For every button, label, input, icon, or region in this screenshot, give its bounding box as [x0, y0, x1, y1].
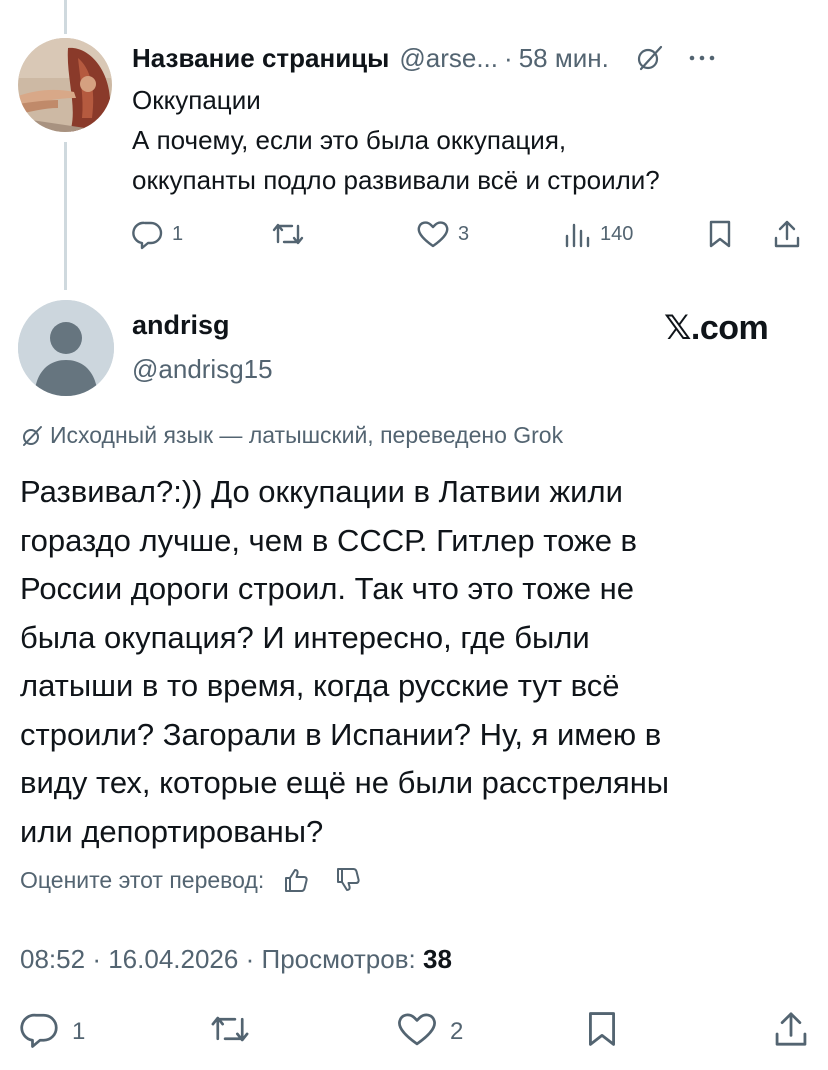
translation-note: Исходный язык — латышский, переведено Gr… [20, 422, 563, 449]
tweet-text: Развивал?:)) До оккупации в Латвии жили … [20, 468, 810, 856]
user-display-name[interactable]: andrisg [132, 310, 230, 341]
parent-retweet-button[interactable] [270, 214, 306, 254]
bookmark-icon [584, 1008, 620, 1057]
thumbs-down-icon[interactable] [334, 866, 362, 894]
tweet-text-line: Развивал?:)) До оккупации в Латвии жили [20, 474, 623, 509]
rate-translation: Оцените этот перевод: [20, 866, 362, 894]
views-icon [562, 219, 592, 249]
thumbs-up-icon[interactable] [282, 866, 310, 894]
tweet-text-line: виду тех, которые ещё не были расстрелян… [20, 765, 670, 800]
user-handle[interactable]: @andrisg15 [132, 354, 273, 385]
parent-views-count: 140 [600, 222, 634, 245]
parent-reply-button[interactable]: 1 [132, 214, 183, 254]
like-count: 2 [450, 1018, 464, 1045]
user-avatar[interactable] [18, 300, 114, 396]
tweet-text-line: латыши в то время, когда русские тут всё [20, 668, 620, 703]
meta-separator: · [92, 944, 101, 974]
views-count[interactable]: 38 [423, 944, 452, 974]
parent-bookmark-button[interactable] [706, 214, 734, 254]
parent-separator: · [504, 42, 513, 73]
bookmark-button[interactable] [584, 1006, 620, 1058]
like-icon [396, 1009, 438, 1056]
parent-text-line: Оккупации [132, 85, 261, 115]
parent-action-bar: 1 3 140 [132, 214, 808, 254]
tweet-time[interactable]: 08:52 [20, 944, 85, 974]
parent-views-button[interactable]: 140 [562, 214, 633, 254]
parent-text-line: оккупанты подло развивали всё и строили? [132, 165, 660, 195]
like-button[interactable]: 2 [396, 1006, 463, 1058]
grok-translate-icon [20, 424, 44, 448]
parent-tweet-text: Оккупации А почему, если это была оккупа… [132, 80, 812, 200]
tweet-action-bar: 1 2 [20, 1006, 812, 1058]
tweet-text-line: России дороги строил. Так что это тоже н… [20, 571, 635, 606]
parent-share-button[interactable] [772, 214, 802, 254]
retweet-icon [208, 1009, 252, 1056]
thread-line-top [64, 0, 67, 34]
rate-translation-label: Оцените этот перевод: [20, 866, 265, 893]
more-icon[interactable] [689, 54, 715, 62]
parent-time[interactable]: 58 мин. [519, 43, 609, 74]
tweet-text-line: или депортированы? [20, 813, 324, 849]
translation-note-text: Исходный язык — латышский, переведено Gr… [50, 422, 564, 448]
bookmark-icon [706, 218, 734, 250]
tweet-text-line: гораздо лучше, чем в СССР. Гитлер тоже в [20, 522, 638, 558]
reply-icon [20, 1009, 60, 1056]
share-button[interactable] [772, 1006, 810, 1058]
tweet-text-line: была окупация? И интересно, где были [20, 619, 590, 655]
parent-tweet-header: Название страницы @arse... · 58 мин. [132, 38, 812, 78]
tweet-date[interactable]: 16.04.2026 [108, 944, 238, 974]
reply-button[interactable]: 1 [20, 1006, 85, 1058]
like-icon [416, 218, 450, 250]
views-label: Просмотров: [261, 944, 416, 974]
grok-translate-icon[interactable] [635, 43, 665, 73]
parent-avatar[interactable] [18, 38, 112, 132]
share-icon [772, 218, 802, 250]
parent-handle[interactable]: @arse... [399, 43, 498, 74]
reply-count: 1 [72, 1018, 86, 1045]
retweet-button[interactable] [208, 1006, 252, 1058]
parent-display-name[interactable]: Название страницы [132, 43, 389, 74]
parent-like-count: 3 [458, 222, 470, 245]
parent-like-button[interactable]: 3 [416, 214, 469, 254]
retweet-icon [270, 218, 306, 250]
parent-reply-count: 1 [172, 222, 184, 245]
xcom-logo: 𝕏.com [664, 309, 769, 347]
thread-line [64, 142, 67, 290]
reply-icon [132, 218, 164, 250]
tweet-meta: 08:52 · 16.04.2026 · Просмотров: 38 [20, 944, 452, 975]
meta-separator: · [245, 944, 255, 974]
share-icon [772, 1008, 810, 1057]
tweet-text-line: строили? Загорали в Испании? Ну, я имею … [20, 716, 662, 752]
parent-text-line: А почему, если это была оккупация, [132, 125, 567, 155]
